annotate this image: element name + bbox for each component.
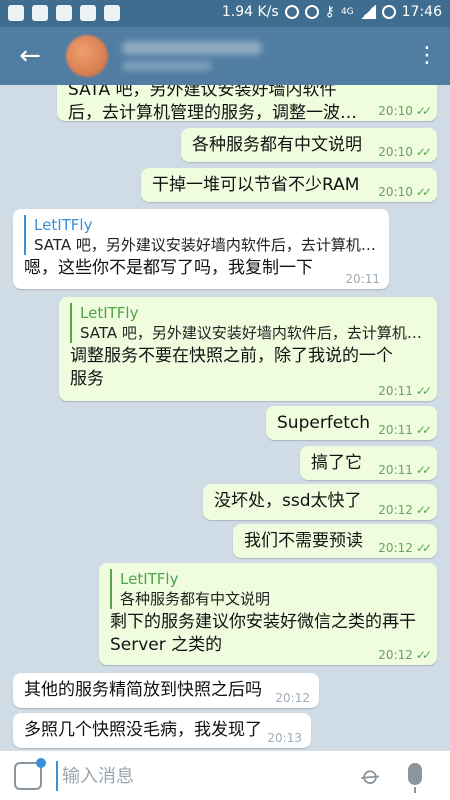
message-time: 20:11 (345, 272, 380, 286)
battery-icon (381, 5, 396, 19)
double-check-icon: ✓✓ (415, 145, 432, 159)
reply-author: LetITFly (34, 216, 93, 234)
message-bubble[interactable]: 其他的服务精简放到快照之后吗 20:12 (13, 673, 319, 708)
message-time: 20:11 ✓✓ (378, 384, 432, 398)
reply-text: 各种服务都有中文说明 (120, 590, 271, 608)
blurred-chat-status (122, 61, 212, 71)
arrow-left-icon: ← (19, 41, 41, 71)
double-check-icon: ✓✓ (415, 185, 432, 199)
network-speed: 1.94 K/s (221, 4, 279, 20)
message-text: 调整服务不要在快照之前，除了我说的一个服务 (70, 346, 393, 389)
message-bubble[interactable]: 各种服务都有中文说明 20:10 ✓✓ (181, 128, 437, 162)
reply-quote[interactable]: LetITFly 各种服务都有中文说明 (110, 569, 427, 609)
message-bubble[interactable]: LetITFly 各种服务都有中文说明 剩下的服务建议你安装好微信之类的再干Se… (99, 563, 437, 665)
paperclip-icon: ⌀ (355, 759, 387, 793)
reply-text: SATA 吧，另外建议安装好墙内软件后，去计算机… (34, 236, 376, 254)
chat-header: ← ⋮ (0, 27, 450, 85)
compose-bar: ⌀ (0, 750, 450, 800)
wechat-icon (8, 5, 24, 21)
app-icon (104, 5, 120, 21)
message-bubble[interactable]: LetITFly SATA 吧，另外建议安装好墙内软件后，去计算机… 调整服务不… (59, 297, 437, 401)
more-button[interactable]: ⋮ (416, 41, 438, 71)
signal-icon (359, 5, 376, 19)
clock: 17:46 (401, 4, 442, 20)
reply-text: SATA 吧，另外建议安装好墙内软件后，去计算机… (80, 324, 422, 342)
attach-button[interactable]: ⌀ (349, 753, 394, 798)
message-time: 20:10 ✓✓ (378, 185, 432, 199)
shield-icon (32, 5, 48, 21)
message-input[interactable] (56, 761, 336, 791)
message-time: 20:13 (267, 731, 302, 745)
message-bubble[interactable]: 搞了它 20:11 ✓✓ (300, 446, 437, 480)
message-time: 20:12 ✓✓ (378, 541, 432, 555)
message-bubble[interactable]: 没坏处，ssd太快了 20:12 ✓✓ (203, 484, 437, 520)
message-bubble[interactable]: 我们不需要预读 20:12 ✓✓ (233, 524, 437, 558)
message-text: 嗯，这些你不是都写了吗，我复制一下 (24, 258, 313, 278)
message-time: 20:12 (275, 691, 310, 705)
more-vertical-icon: ⋮ (416, 43, 438, 68)
reply-author: LetITFly (80, 304, 139, 322)
message-time: 20:11 ✓✓ (378, 423, 432, 437)
avatar[interactable] (66, 35, 108, 77)
message-text: 搞了它 (311, 453, 362, 473)
sticker-badge-icon (36, 758, 46, 768)
message-time: 20:11 ✓✓ (378, 463, 432, 477)
message-bubble[interactable]: 干掉一堆可以节省不少RAM 20:10 ✓✓ (141, 168, 437, 202)
double-check-icon: ✓✓ (415, 104, 432, 118)
message-list[interactable]: SATA 吧，另外建议安装好墙内软件后，去计算机管理的服务，调整一波… 20:1… (0, 85, 450, 750)
message-text: 我们不需要预读 (244, 531, 363, 551)
message-time: 20:12 ✓✓ (378, 503, 432, 517)
message-text: 各种服务都有中文说明 (192, 135, 362, 155)
emoji-button[interactable] (14, 758, 46, 790)
message-time: 20:12 ✓✓ (378, 648, 432, 662)
double-check-icon: ✓✓ (415, 503, 432, 517)
message-text: Superfetch (277, 413, 371, 433)
reply-author: LetITFly (120, 570, 179, 588)
double-check-icon: ✓✓ (415, 541, 432, 555)
reply-quote[interactable]: LetITFly SATA 吧，另外建议安装好墙内软件后，去计算机… (70, 303, 427, 343)
double-check-icon: ✓✓ (415, 423, 432, 437)
double-check-icon: ✓✓ (415, 463, 432, 477)
data-saver-icon (284, 5, 299, 19)
phone-icon (56, 5, 72, 21)
blurred-chat-title[interactable] (122, 41, 262, 55)
message-text: 干掉一堆可以节省不少RAM (152, 175, 360, 195)
message-text: 没坏处，ssd太快了 (214, 491, 362, 511)
status-bar: 1.94 K/s ⚷ 4G 17:46 (0, 0, 450, 27)
message-text: SATA 吧，另外建议安装好墙内软件后，去计算机管理的服务，调整一波… (68, 85, 357, 123)
notification-icons (8, 5, 120, 21)
double-check-icon: ✓✓ (415, 648, 432, 662)
alarm-icon (304, 5, 319, 19)
message-text: 多照几个快照没毛病，我发现了 (24, 720, 262, 740)
message-text: 其他的服务精简放到快照之后吗 (24, 680, 262, 700)
message-bubble[interactable]: SATA 吧，另外建议安装好墙内软件后，去计算机管理的服务，调整一波… 20:1… (57, 85, 437, 123)
message-bubble[interactable]: LetITFly SATA 吧，另外建议安装好墙内软件后，去计算机… 嗯，这些你… (13, 209, 389, 289)
message-time: 20:10 ✓✓ (378, 104, 432, 118)
message-bubble[interactable]: Superfetch 20:11 ✓✓ (266, 406, 437, 440)
back-button[interactable]: ← (10, 39, 50, 73)
message-bubble[interactable]: 多照几个快照没毛病，我发现了 20:13 (13, 713, 311, 748)
microphone-button[interactable] (408, 763, 422, 793)
status-indicators: 1.94 K/s ⚷ 4G 17:46 (222, 4, 442, 20)
key-icon: ⚷ (324, 4, 335, 20)
message-time: 20:10 ✓✓ (378, 145, 432, 159)
network-type: 4G (340, 7, 354, 17)
double-check-icon: ✓✓ (415, 384, 432, 398)
reply-quote[interactable]: LetITFly SATA 吧，另外建议安装好墙内软件后，去计算机… (24, 215, 379, 255)
image-icon (80, 5, 96, 21)
